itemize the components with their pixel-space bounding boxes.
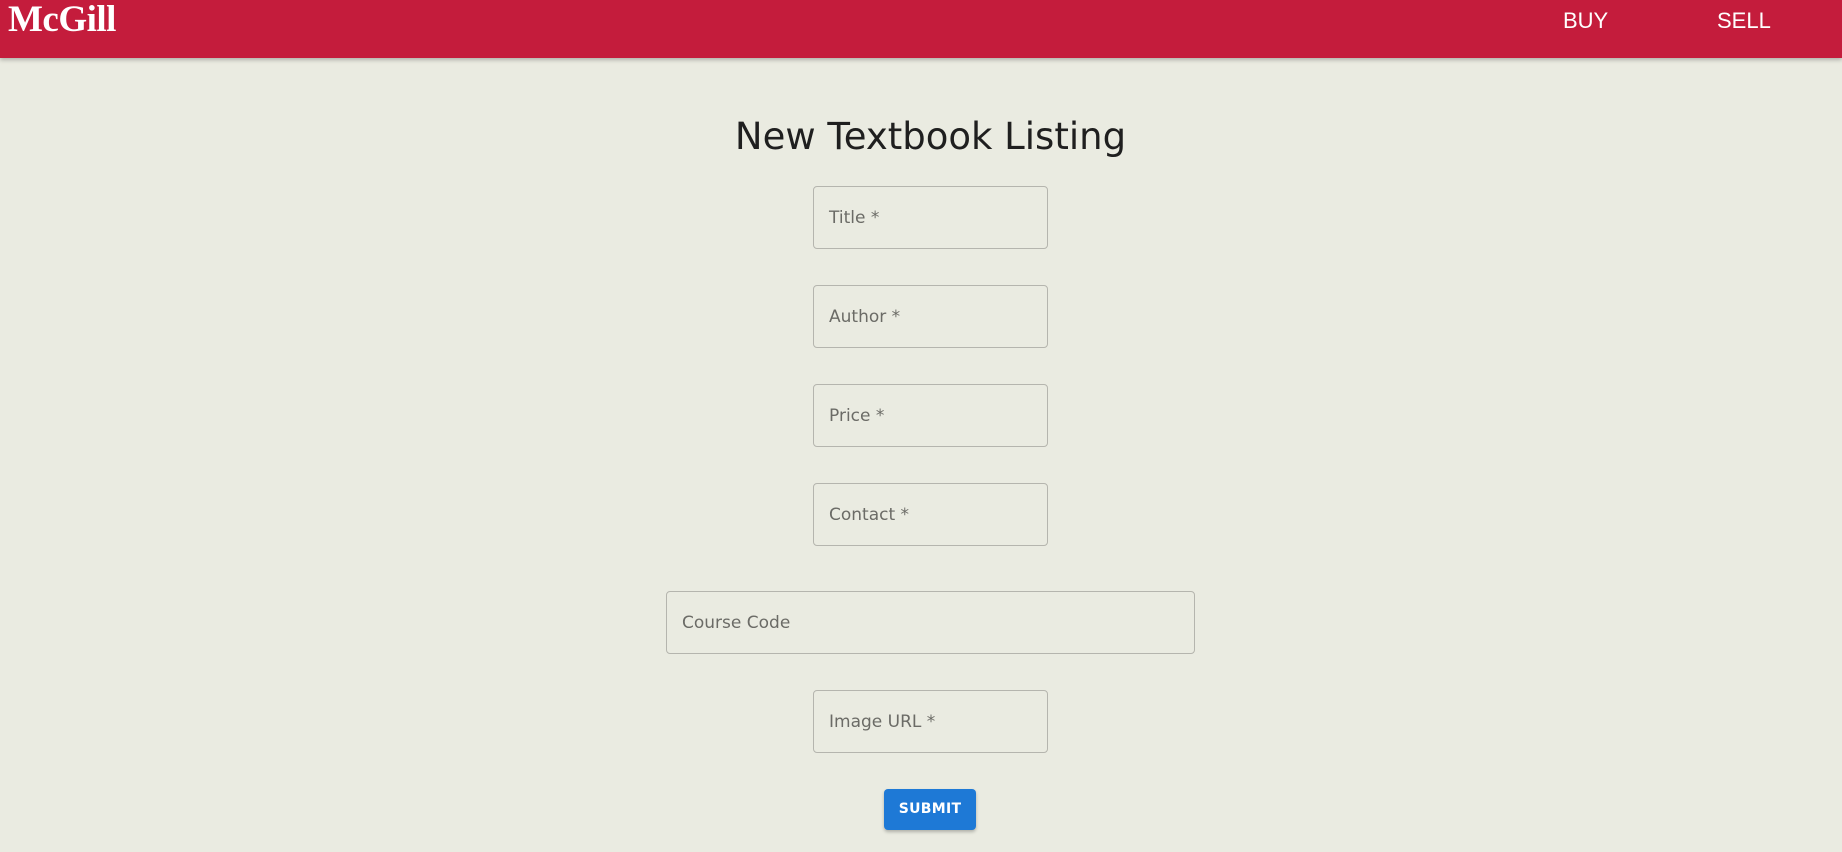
- price-field-placeholder: Price *: [829, 406, 885, 426]
- mcgill-logo[interactable]: McGill: [8, 0, 116, 40]
- title-field[interactable]: Title *: [813, 186, 1048, 249]
- nav-sell-link[interactable]: SELL: [1717, 8, 1771, 34]
- title-field-placeholder: Title *: [829, 208, 880, 228]
- top-app-bar: McGill BUY SELL: [0, 0, 1842, 58]
- author-field[interactable]: Author *: [813, 285, 1048, 348]
- submit-button[interactable]: SUBMIT: [884, 789, 976, 830]
- page-title: New Textbook Listing: [734, 115, 1127, 158]
- image-url-field-placeholder: Image URL *: [829, 712, 936, 732]
- price-field[interactable]: Price *: [813, 384, 1048, 447]
- contact-field[interactable]: Contact *: [813, 483, 1048, 546]
- course-code-field-placeholder: Course Code: [682, 613, 791, 633]
- author-field-placeholder: Author *: [829, 307, 901, 327]
- nav-buy-link[interactable]: BUY: [1563, 8, 1608, 34]
- contact-field-placeholder: Contact *: [829, 505, 910, 525]
- image-url-field[interactable]: Image URL *: [813, 690, 1048, 753]
- course-code-field[interactable]: Course Code: [666, 591, 1195, 654]
